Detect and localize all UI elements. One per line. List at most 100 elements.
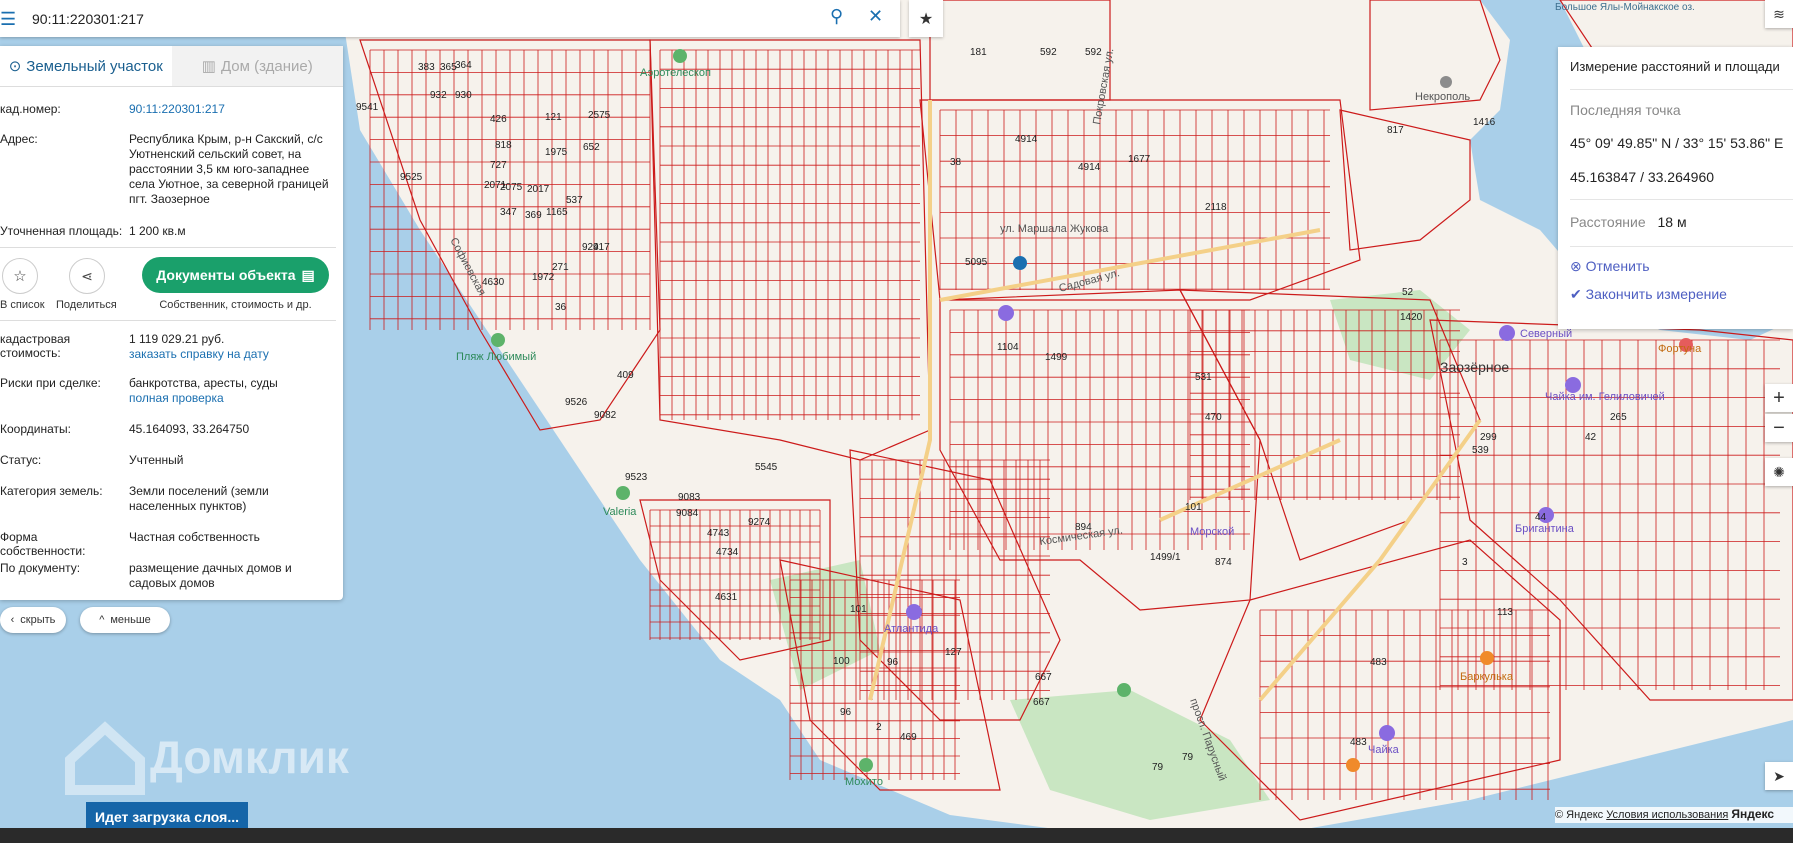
plot-number: 9084 bbox=[676, 508, 699, 519]
navigation-arrow-icon: ➤ bbox=[1773, 767, 1785, 784]
cancel-measure-button[interactable]: ⊗ Отменить bbox=[1570, 258, 1650, 275]
search-input[interactable] bbox=[30, 8, 814, 30]
geolocation-button[interactable]: ➤ bbox=[1765, 762, 1793, 790]
plot-number: 9526 bbox=[565, 397, 588, 408]
location-pin-icon: ⊙ bbox=[8, 58, 22, 75]
list-label: В список bbox=[0, 299, 45, 311]
plot-number: 817 bbox=[1387, 125, 1404, 136]
plot-number: 894 bbox=[1075, 522, 1092, 533]
clear-icon[interactable]: ✕ bbox=[868, 6, 883, 27]
plot-number: 1499 bbox=[1045, 352, 1068, 363]
plot-number: 44 bbox=[1535, 512, 1547, 523]
plot-number: 727 bbox=[490, 160, 507, 171]
star-outline-icon: ☆ bbox=[13, 268, 27, 285]
last-point-label: Последняя точка bbox=[1570, 102, 1681, 118]
plus-icon: + bbox=[1773, 386, 1785, 409]
label-mokhito: Мохито bbox=[845, 776, 883, 788]
land-info-panel: ⊙ Земельный участок ▥ Дом (здание) кад.н… bbox=[0, 46, 343, 600]
less-button[interactable]: ^ меньше bbox=[80, 607, 170, 633]
label-zaozernoe: Заозёрное bbox=[1440, 359, 1509, 375]
ruler-button[interactable]: ✺ bbox=[1765, 458, 1793, 486]
plot-number: 2071 bbox=[484, 180, 507, 191]
plot-number: 470 bbox=[1205, 412, 1222, 423]
cad-number-link[interactable]: 90:11:220301:217 bbox=[129, 102, 329, 117]
label-severny: Северный bbox=[1520, 328, 1572, 340]
distance-row: Расстояние 18 м bbox=[1570, 214, 1687, 230]
plot-number: 652 bbox=[583, 142, 600, 153]
plot-number: 1416 bbox=[1473, 117, 1496, 128]
plot-number: 1104 bbox=[997, 342, 1019, 353]
plot-number: 1165 bbox=[546, 207, 568, 218]
plot-number: 930 bbox=[455, 90, 472, 101]
check-circle-icon: ✔ bbox=[1570, 286, 1582, 302]
plot-number: 113 bbox=[1497, 607, 1513, 618]
plot-number: 42 bbox=[1585, 432, 1597, 443]
plot-number: 924 bbox=[582, 242, 599, 253]
chevron-up-icon: ^ bbox=[99, 614, 105, 626]
building-icon: ▥ bbox=[201, 58, 216, 75]
plot-number: 9523 bbox=[625, 472, 648, 483]
plot-number: 537 bbox=[566, 195, 583, 206]
plot-number: 127 bbox=[945, 647, 962, 658]
bottom-strip bbox=[0, 828, 1793, 843]
plot-number: 9274 bbox=[748, 517, 771, 528]
location-marker[interactable] bbox=[1013, 256, 1027, 270]
plot-number: 9541 bbox=[356, 102, 379, 113]
label-chayka-gel: Чайка им. Гелиловичей bbox=[1545, 391, 1665, 403]
share-button[interactable]: ⋖ bbox=[69, 258, 105, 294]
plot-number: 874 bbox=[1215, 557, 1232, 568]
plot-number: 181 bbox=[970, 47, 987, 58]
plot-number: 4631 bbox=[715, 592, 738, 603]
plot-number: 4743 bbox=[707, 528, 730, 539]
bookmark-button[interactable]: ★ bbox=[909, 0, 943, 37]
plot-number: 121 bbox=[545, 112, 562, 123]
order-certificate-link[interactable]: заказать справку на дату bbox=[129, 347, 269, 361]
plot-number: 932 bbox=[430, 90, 447, 101]
plot-number: 2 bbox=[876, 722, 882, 733]
zoom-in-button[interactable]: + bbox=[1765, 384, 1793, 412]
plot-number: 5095 bbox=[965, 257, 988, 268]
plot-number: 347 bbox=[500, 207, 517, 218]
divider bbox=[0, 320, 336, 321]
search-bar: ☰ ⚲ ✕ bbox=[0, 0, 900, 37]
layers-icon: ≋ bbox=[1773, 5, 1785, 22]
plot-number: 4630 bbox=[482, 277, 505, 288]
plot-number: 667 bbox=[1035, 672, 1052, 683]
share-icon: ⋖ bbox=[81, 267, 93, 284]
ruler-icon: ✺ bbox=[1773, 463, 1785, 480]
plot-number: 52 bbox=[1402, 287, 1414, 298]
plot-number: 2017 bbox=[527, 184, 550, 195]
tab-house[interactable]: ▥ Дом (здание) bbox=[171, 46, 343, 86]
plot-number: 2118 bbox=[1205, 202, 1227, 213]
layers-button[interactable]: ≋ bbox=[1765, 0, 1793, 28]
label-zhukova: ул. Маршала Жукова bbox=[1000, 223, 1109, 235]
plot-number: 1499/1 bbox=[1150, 552, 1181, 563]
plot-number: 2575 bbox=[588, 110, 611, 121]
finish-measure-button[interactable]: ✔ Закончить измерение bbox=[1570, 286, 1727, 303]
zoom-out-button[interactable]: − bbox=[1765, 414, 1793, 442]
domclick-watermark-text: Домклик bbox=[150, 731, 349, 783]
documents-subtitle: Собственник, стоимость и др. bbox=[159, 299, 312, 311]
loading-layer-badge: Идет загрузка слоя... bbox=[86, 802, 248, 831]
plot-number: 4914 bbox=[1015, 134, 1038, 145]
plot-number: 483 bbox=[1370, 657, 1387, 668]
chevron-left-icon: ‹ bbox=[10, 614, 15, 626]
hide-button[interactable]: ‹ скрыть bbox=[0, 607, 66, 633]
full-check-link[interactable]: полная проверка bbox=[129, 391, 224, 405]
minus-icon: − bbox=[1773, 416, 1785, 439]
plot-number: 100 bbox=[833, 656, 850, 667]
cancel-icon: ⊗ bbox=[1570, 258, 1582, 274]
plot-number: 667 bbox=[1033, 697, 1050, 708]
divider bbox=[1570, 199, 1793, 200]
documents-button[interactable]: Документы объекта ▤ bbox=[142, 257, 329, 293]
menu-icon[interactable]: ☰ bbox=[0, 9, 16, 30]
plot-number: 364 bbox=[455, 60, 472, 71]
tab-land-plot[interactable]: ⊙ Земельный участок bbox=[0, 46, 172, 86]
plot-number: 9525 bbox=[400, 172, 423, 183]
label-chayka: Чайка bbox=[1368, 744, 1400, 756]
plot-number: 271 bbox=[552, 262, 569, 273]
terms-link[interactable]: Условия использования bbox=[1606, 809, 1728, 821]
plot-number: 36 bbox=[555, 302, 567, 313]
add-to-list-button[interactable]: ☆ bbox=[2, 258, 38, 294]
search-icon[interactable]: ⚲ bbox=[830, 6, 843, 27]
